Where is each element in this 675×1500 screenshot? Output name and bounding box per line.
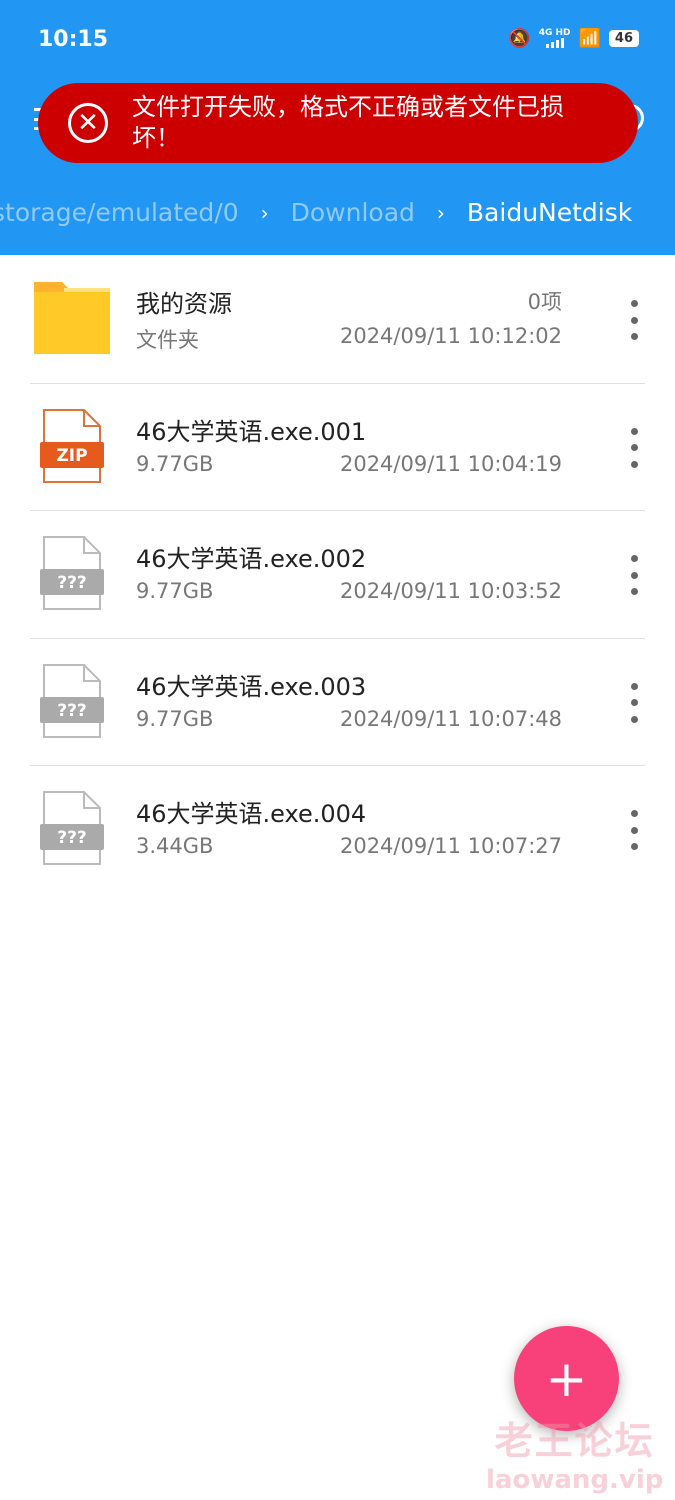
file-size: 3.44GB bbox=[136, 834, 214, 858]
chevron-right-icon: › bbox=[260, 200, 269, 225]
more-vert-icon[interactable] bbox=[629, 810, 639, 850]
list-item[interactable]: ??? 46大学英语.exe.003 9.77GB 2024/09/11 10:… bbox=[30, 639, 645, 766]
status-icons: 🔕 4G HD 📶 46 bbox=[508, 28, 639, 49]
unknown-badge: ??? bbox=[57, 828, 87, 848]
watermark-title: 老王论坛 bbox=[494, 1419, 655, 1463]
more-vert-icon[interactable] bbox=[629, 427, 639, 468]
file-date: 2024/09/11 10:12:02 bbox=[339, 324, 562, 348]
unknown-file-icon: ??? bbox=[40, 536, 104, 610]
unknown-file-icon: ??? bbox=[40, 663, 104, 738]
file-list: 我的资源 文件夹 0项 2024/09/11 10:12:02 ZIP 46大学… bbox=[0, 256, 675, 894]
file-date: 2024/09/11 10:07:27 bbox=[339, 834, 562, 858]
watermark: 老王论坛 laowang.vip bbox=[486, 1410, 663, 1495]
file-date: 2024/09/11 10:07:48 bbox=[339, 706, 562, 731]
list-item[interactable]: 我的资源 文件夹 0项 2024/09/11 10:12:02 bbox=[30, 256, 645, 384]
file-size: 9.77GB bbox=[136, 579, 214, 603]
list-item[interactable]: ??? 46大学英语.exe.002 9.77GB 2024/09/11 10:… bbox=[30, 511, 645, 639]
wifi-icon: 📶 bbox=[578, 28, 601, 49]
file-name: 46大学英语.exe.001 bbox=[136, 417, 367, 446]
error-toast: ✕ 文件打开失败，格式不正确或者文件已损坏！ bbox=[38, 83, 638, 163]
breadcrumb: storage/emulated/0 › Download › BaiduNet… bbox=[0, 198, 675, 227]
more-vert-icon[interactable] bbox=[629, 555, 639, 595]
file-size: 9.77GB bbox=[136, 706, 214, 731]
chevron-right-icon: › bbox=[436, 200, 445, 225]
network-type: 4G HD bbox=[538, 28, 571, 38]
list-item[interactable]: ZIP 46大学英语.exe.001 9.77GB 2024/09/11 10:… bbox=[30, 384, 645, 511]
status-time: 10:15 bbox=[38, 27, 109, 52]
watermark-url: laowang.vip bbox=[486, 1465, 664, 1495]
more-vert-icon[interactable] bbox=[629, 300, 639, 340]
toast-message: 文件打开失败，格式不正确或者文件已损坏！ bbox=[132, 93, 564, 152]
file-size: 9.77GB bbox=[136, 451, 214, 476]
more-vert-icon[interactable] bbox=[629, 682, 639, 723]
breadcrumb-download[interactable]: Download bbox=[291, 198, 415, 227]
item-count: 0项 bbox=[527, 290, 562, 314]
file-date: 2024/09/11 10:04:19 bbox=[339, 451, 562, 476]
unknown-badge: ??? bbox=[57, 701, 87, 721]
bell-muted-icon: 🔕 bbox=[508, 28, 531, 49]
error-circle-x-icon: ✕ bbox=[68, 103, 108, 143]
list-item[interactable]: ??? 46大学英语.exe.004 3.44GB 2024/09/11 10:… bbox=[30, 766, 645, 894]
file-type: 文件夹 bbox=[136, 328, 199, 352]
zip-badge: ZIP bbox=[56, 446, 87, 466]
file-date: 2024/09/11 10:03:52 bbox=[339, 579, 562, 603]
file-name: 46大学英语.exe.002 bbox=[136, 545, 367, 573]
file-name: 46大学英语.exe.004 bbox=[136, 800, 367, 828]
battery-icon: 46 bbox=[608, 30, 639, 47]
file-name: 46大学英语.exe.003 bbox=[136, 672, 367, 701]
file-name: 我的资源 bbox=[136, 290, 232, 318]
unknown-badge: ??? bbox=[57, 573, 87, 593]
zip-file-icon: ZIP bbox=[40, 408, 104, 483]
unknown-file-icon: ??? bbox=[40, 791, 104, 865]
cellular-signal-icon: 4G HD bbox=[538, 28, 571, 48]
breadcrumb-current[interactable]: BaiduNetdisk bbox=[467, 198, 632, 227]
breadcrumb-storage[interactable]: storage/emulated/0 bbox=[0, 198, 239, 227]
folder-icon bbox=[34, 282, 110, 354]
